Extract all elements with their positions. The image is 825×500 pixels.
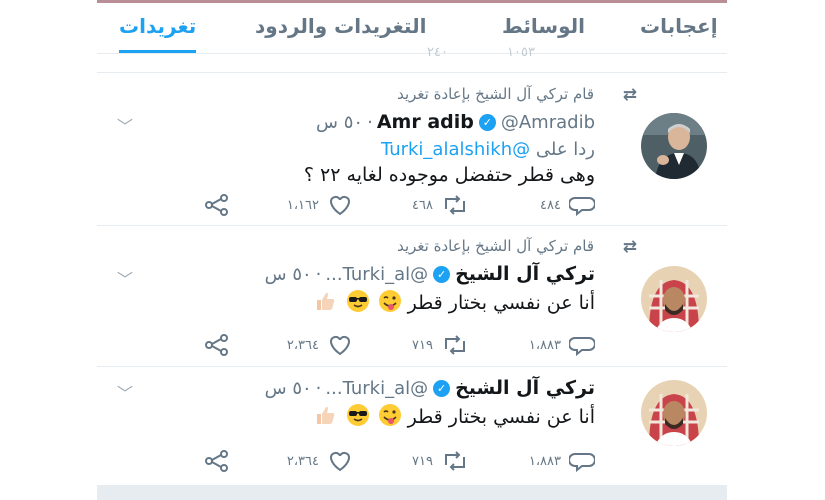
reply-button[interactable]: ١،٨٨٣ — [529, 333, 595, 357]
like-count: ٢،٣٦٤ — [286, 453, 319, 469]
author-handle[interactable]: @Turki_al... — [325, 378, 428, 399]
reply-count: ٤٨٤ — [540, 197, 561, 213]
heart-icon — [330, 195, 350, 216]
like-button[interactable]: ٢،٣٦٤ — [287, 449, 353, 473]
winking-tongue-emoji — [378, 290, 401, 312]
winking-tongue-emoji — [378, 404, 401, 426]
tab-likes[interactable]: إعجابات — [640, 3, 718, 53]
retweet-context-icon: ⇄ — [622, 237, 637, 257]
tweet-text: وهى قطر حتفضل موجوده لغايه ٢٢ ؟ — [303, 164, 595, 186]
retweet-icon — [445, 451, 465, 471]
avatar[interactable] — [641, 380, 707, 446]
like-button[interactable]: ١،١٦٢ — [287, 193, 353, 217]
author-handle[interactable]: @Turki_al... — [325, 264, 428, 285]
profile-timeline: تغريدات التغريدات والردود الوسائط إعجابا… — [97, 0, 727, 500]
ghost-retweet-count: ٢٤٠ — [427, 45, 448, 60]
reply-count: ١،٨٨٣ — [528, 337, 561, 353]
tweet-text-content: أنا عن نفسي بختار قطر — [407, 292, 595, 314]
tweet-time[interactable]: ٥٠ س — [265, 264, 312, 285]
retweet-count: ٤٦٨ — [412, 197, 433, 213]
tweet-time[interactable]: ٥٠ س — [316, 112, 363, 133]
retweet-icon — [445, 195, 465, 215]
sunglasses-emoji — [346, 290, 369, 312]
like-count: ٢،٣٦٤ — [286, 337, 319, 353]
tab-tweets[interactable]: تغريدات — [119, 3, 197, 53]
tweet-actions: ١،٨٨٣ ٧١٩ ٢،٣٦٤ — [177, 333, 595, 357]
author-name[interactable]: Amr adib — [377, 111, 474, 133]
reply-icon — [569, 453, 595, 472]
reply-prefix: ردا على — [535, 139, 595, 160]
share-icon — [205, 334, 228, 356]
thumbs-up-emoji — [317, 292, 335, 310]
thumbs-up-emoji — [317, 406, 335, 424]
retweet-button[interactable]: ٧١٩ — [412, 449, 469, 473]
reply-icon — [569, 197, 595, 216]
tweet-text: أنا عن نفسي بختار قطر — [311, 403, 595, 428]
verified-badge-icon: ✓ — [433, 266, 451, 283]
tweet-time[interactable]: ٥٠ س — [265, 378, 312, 399]
share-icon — [205, 194, 228, 216]
share-icon — [205, 450, 228, 472]
like-count: ١،١٦٢ — [286, 197, 319, 213]
tweet-card[interactable]: ⇄ قام تركي آل الشيخ بإعادة تغريد Amr adi… — [97, 73, 727, 225]
reply-icon — [569, 337, 595, 356]
verified-badge-icon: ✓ — [478, 114, 496, 131]
chevron-down-icon[interactable]: ﹀ — [117, 113, 133, 137]
tweet-text: أنا عن نفسي بختار قطر — [311, 289, 595, 314]
reply-button[interactable]: ١،٨٨٣ — [529, 449, 595, 473]
tweet-header: Amr adib ✓ @Amradib·٥٠ س — [316, 111, 595, 133]
avatar[interactable] — [641, 266, 707, 332]
retweet-count: ٧١٩ — [412, 337, 433, 353]
author-handle[interactable]: @Amradib — [501, 112, 595, 133]
sunglasses-emoji — [346, 404, 369, 426]
reply-button[interactable]: ٤٨٤ — [540, 193, 595, 217]
author-name[interactable]: تركي آل الشيخ — [455, 377, 595, 399]
reply-to-handle[interactable]: @Turki_alalshikh — [381, 139, 530, 160]
profile-tabs: تغريدات التغريدات والردود الوسائط إعجابا… — [97, 3, 727, 54]
reply-context: ردا على @Turki_alalshikh — [381, 139, 595, 160]
tweet-header: تركي آل الشيخ✓@Turki_al...·٥٠ س — [264, 377, 595, 399]
author-name[interactable]: تركي آل الشيخ — [455, 263, 595, 285]
heart-icon — [330, 335, 350, 356]
like-button[interactable]: ٢،٣٦٤ — [287, 333, 353, 357]
retweet-count: ٧١٩ — [412, 453, 433, 469]
heart-icon — [330, 451, 350, 472]
chevron-down-icon[interactable]: ﹀ — [117, 380, 133, 404]
chevron-down-icon[interactable]: ﹀ — [117, 266, 133, 290]
share-button[interactable] — [204, 193, 230, 217]
ghost-like-count: ١٠٥٣ — [507, 45, 535, 60]
tweet-actions: ١،٨٨٣ ٧١٩ ٢،٣٦٤ — [177, 449, 595, 473]
verified-badge-icon: ✓ — [433, 380, 451, 397]
tweet-card[interactable]: تركي آل الشيخ✓@Turki_al...·٥٠ س ﹀ أنا عن… — [97, 367, 727, 485]
retweet-icon — [445, 335, 465, 355]
retweet-button[interactable]: ٧١٩ — [412, 333, 469, 357]
tweet-text-content: أنا عن نفسي بختار قطر — [407, 406, 595, 428]
tweet-header: تركي آل الشيخ✓@Turki_al...·٥٠ س — [264, 263, 595, 285]
avatar[interactable] — [641, 113, 707, 179]
share-button[interactable] — [204, 449, 230, 473]
reply-count: ١،٨٨٣ — [528, 453, 561, 469]
retweet-context-label: قام تركي آل الشيخ بإعادة تغريد — [397, 85, 594, 103]
retweet-context-label: قام تركي آل الشيخ بإعادة تغريد — [397, 237, 594, 255]
share-button[interactable] — [204, 333, 230, 357]
tweet-actions: ٤٨٤ ٤٦٨ ١،١٦٢ — [177, 193, 595, 217]
retweet-button[interactable]: ٤٦٨ — [412, 193, 469, 217]
timeline-footer-bar — [97, 485, 727, 500]
tweet-card[interactable]: ⇄ قام تركي آل الشيخ بإعادة تغريد تركي آل… — [97, 226, 727, 366]
retweet-context-icon: ⇄ — [622, 85, 637, 105]
tab-tweets-and-replies[interactable]: التغريدات والردود — [255, 3, 426, 53]
